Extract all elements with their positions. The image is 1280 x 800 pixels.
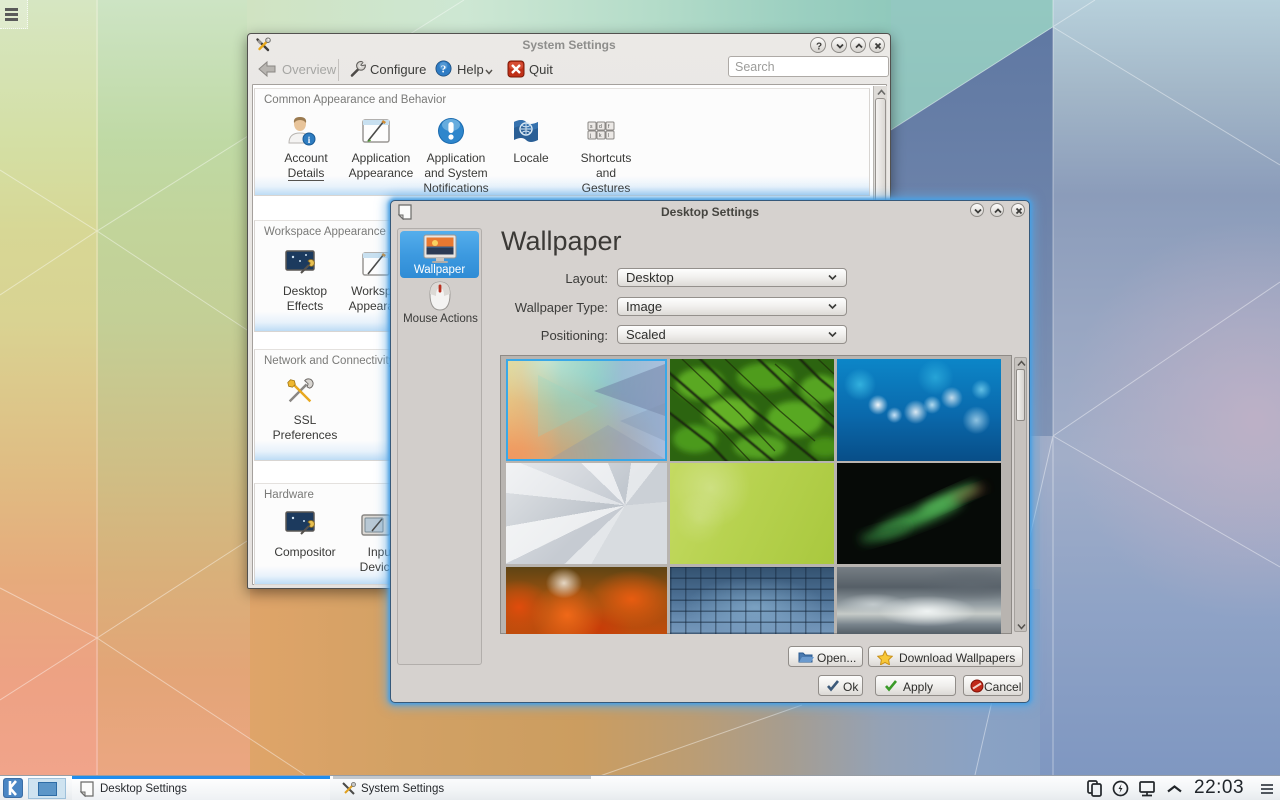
svg-text:j: j xyxy=(589,133,591,139)
svg-text:l: l xyxy=(608,133,609,139)
svg-text:?: ? xyxy=(816,42,822,53)
svg-text:?: ? xyxy=(441,64,447,76)
svg-text:d: d xyxy=(599,124,602,130)
